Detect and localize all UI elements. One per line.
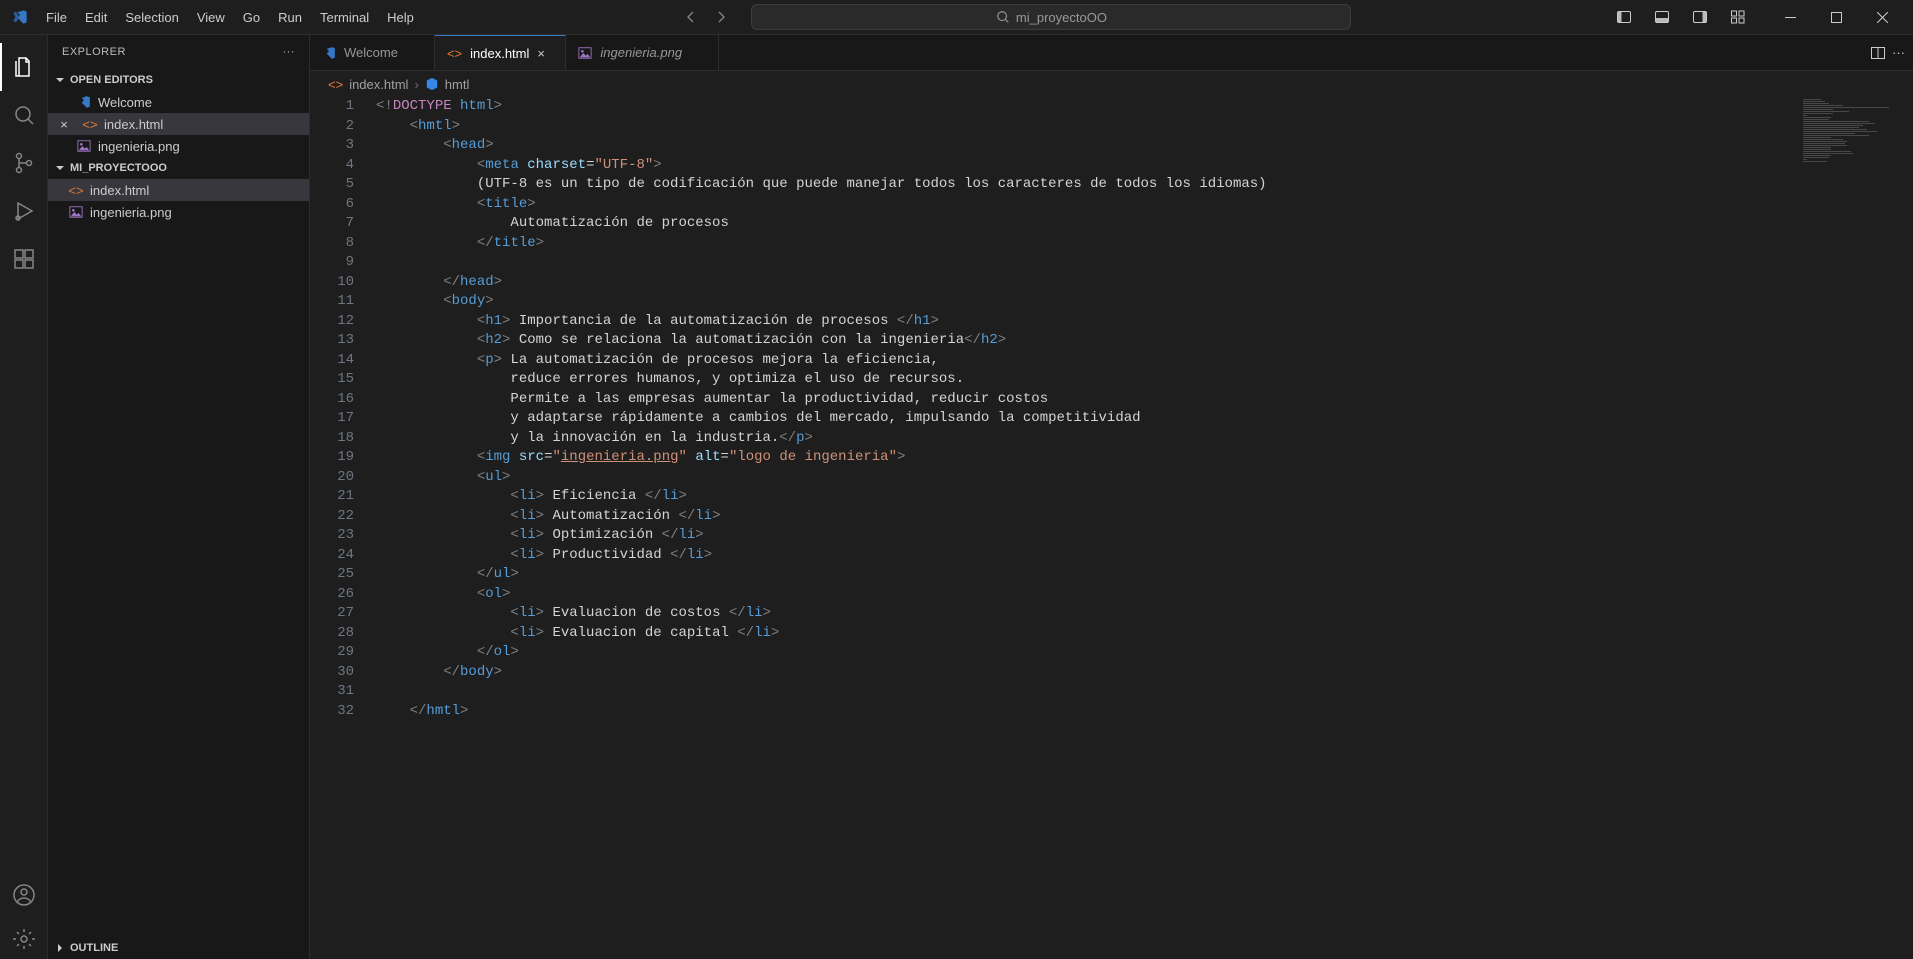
activity-source-control[interactable] bbox=[0, 139, 48, 187]
chevron-down-icon bbox=[54, 74, 66, 86]
outline-section[interactable]: OUTLINE bbox=[48, 937, 309, 959]
menu-selection[interactable]: Selection bbox=[117, 6, 186, 29]
open-editors-section[interactable]: OPEN EDITORS bbox=[48, 69, 309, 91]
activity-search[interactable] bbox=[0, 91, 48, 139]
menu-file[interactable]: File bbox=[38, 6, 75, 29]
menu-help[interactable]: Help bbox=[379, 6, 422, 29]
breadcrumb[interactable]: <> index.html › hmtl bbox=[310, 71, 1913, 97]
html-file-icon: <> bbox=[447, 46, 462, 61]
line-gutter: 1234567891011121314151617181920212223242… bbox=[310, 97, 372, 959]
html-file-icon: <> bbox=[82, 116, 98, 132]
menubar: FileEditSelectionViewGoRunTerminalHelp bbox=[38, 6, 422, 29]
html-file-icon: <> bbox=[328, 77, 343, 92]
menu-run[interactable]: Run bbox=[270, 6, 310, 29]
tab-welcome[interactable]: Welcome× bbox=[310, 35, 435, 70]
menu-view[interactable]: View bbox=[189, 6, 233, 29]
chevron-down-icon bbox=[54, 162, 66, 174]
editor-area: Welcome× <> index.html × ingenieria.png× ···… bbox=[310, 35, 1913, 959]
layout-toggle-primary-icon[interactable] bbox=[1607, 4, 1641, 30]
image-file-icon bbox=[68, 204, 84, 220]
nav-back-button[interactable] bbox=[677, 5, 705, 29]
window-minimize-button[interactable] bbox=[1767, 0, 1813, 35]
menu-terminal[interactable]: Terminal bbox=[312, 6, 377, 29]
tab-ingenieria-png[interactable]: ingenieria.png× bbox=[566, 35, 719, 70]
file-label: ingenieria.png bbox=[98, 139, 180, 154]
activity-extensions[interactable] bbox=[0, 235, 48, 283]
activity-settings[interactable] bbox=[0, 919, 48, 959]
vscode-logo-icon bbox=[12, 9, 28, 25]
symbol-icon bbox=[425, 77, 439, 91]
open-editor-item[interactable]: Welcome bbox=[48, 91, 309, 113]
close-icon[interactable]: × bbox=[537, 46, 553, 61]
search-placeholder: mi_proyectoOO bbox=[1016, 10, 1107, 25]
file-tree-item[interactable]: ingenieria.png bbox=[48, 201, 309, 223]
open-editor-item[interactable]: ingenieria.png bbox=[48, 135, 309, 157]
editor-body[interactable]: 1234567891011121314151617181920212223242… bbox=[310, 97, 1913, 959]
activity-explorer[interactable] bbox=[0, 43, 48, 91]
image-file-icon bbox=[578, 46, 592, 60]
activity-run-debug[interactable] bbox=[0, 187, 48, 235]
window-maximize-button[interactable] bbox=[1813, 0, 1859, 35]
file-tree-item[interactable]: <> index.html bbox=[48, 179, 309, 201]
open-editor-item[interactable]: × <> index.html bbox=[48, 113, 309, 135]
close-icon[interactable]: × bbox=[56, 117, 72, 132]
code-content[interactable]: <!DOCTYPE html> <hmtl> <head> <meta char… bbox=[372, 97, 1913, 959]
editor-tabs: Welcome× <> index.html × ingenieria.png× ··· bbox=[310, 35, 1913, 71]
layout-toggle-secondary-icon[interactable] bbox=[1683, 4, 1717, 30]
minimap[interactable] bbox=[1803, 99, 1899, 299]
tab-index-html[interactable]: <> index.html × bbox=[435, 35, 566, 70]
layout-toggle-panel-icon[interactable] bbox=[1645, 4, 1679, 30]
tab-label: Welcome bbox=[344, 45, 398, 60]
split-editor-icon[interactable] bbox=[1870, 45, 1886, 61]
file-label: index.html bbox=[90, 183, 149, 198]
search-icon bbox=[996, 10, 1010, 24]
file-label: index.html bbox=[104, 117, 163, 132]
html-file-icon: <> bbox=[68, 182, 84, 198]
chevron-right-icon bbox=[54, 942, 66, 954]
menu-go[interactable]: Go bbox=[235, 6, 268, 29]
menu-edit[interactable]: Edit bbox=[77, 6, 115, 29]
vscode-icon bbox=[76, 94, 92, 110]
sidebar-explorer: EXPLORER ··· OPEN EDITORS Welcome × <> inde… bbox=[48, 35, 310, 959]
tab-label: index.html bbox=[470, 46, 529, 61]
nav-forward-button[interactable] bbox=[707, 5, 735, 29]
tab-label: ingenieria.png bbox=[600, 45, 682, 60]
activity-bar bbox=[0, 35, 48, 959]
file-label: Welcome bbox=[98, 95, 152, 110]
image-file-icon bbox=[76, 138, 92, 154]
activity-accounts[interactable] bbox=[0, 871, 48, 919]
window-close-button[interactable] bbox=[1859, 0, 1905, 35]
project-section[interactable]: MI_PROYECTOOO bbox=[48, 157, 309, 179]
layout-customize-icon[interactable] bbox=[1721, 4, 1755, 30]
vscode-icon bbox=[322, 46, 336, 60]
tab-more-icon[interactable]: ··· bbox=[1892, 45, 1905, 60]
sidebar-more-icon[interactable]: ··· bbox=[283, 46, 296, 58]
file-label: ingenieria.png bbox=[90, 205, 172, 220]
titlebar: FileEditSelectionViewGoRunTerminalHelp m… bbox=[0, 0, 1913, 35]
sidebar-title: EXPLORER bbox=[62, 46, 126, 58]
command-center-search[interactable]: mi_proyectoOO bbox=[751, 4, 1351, 30]
